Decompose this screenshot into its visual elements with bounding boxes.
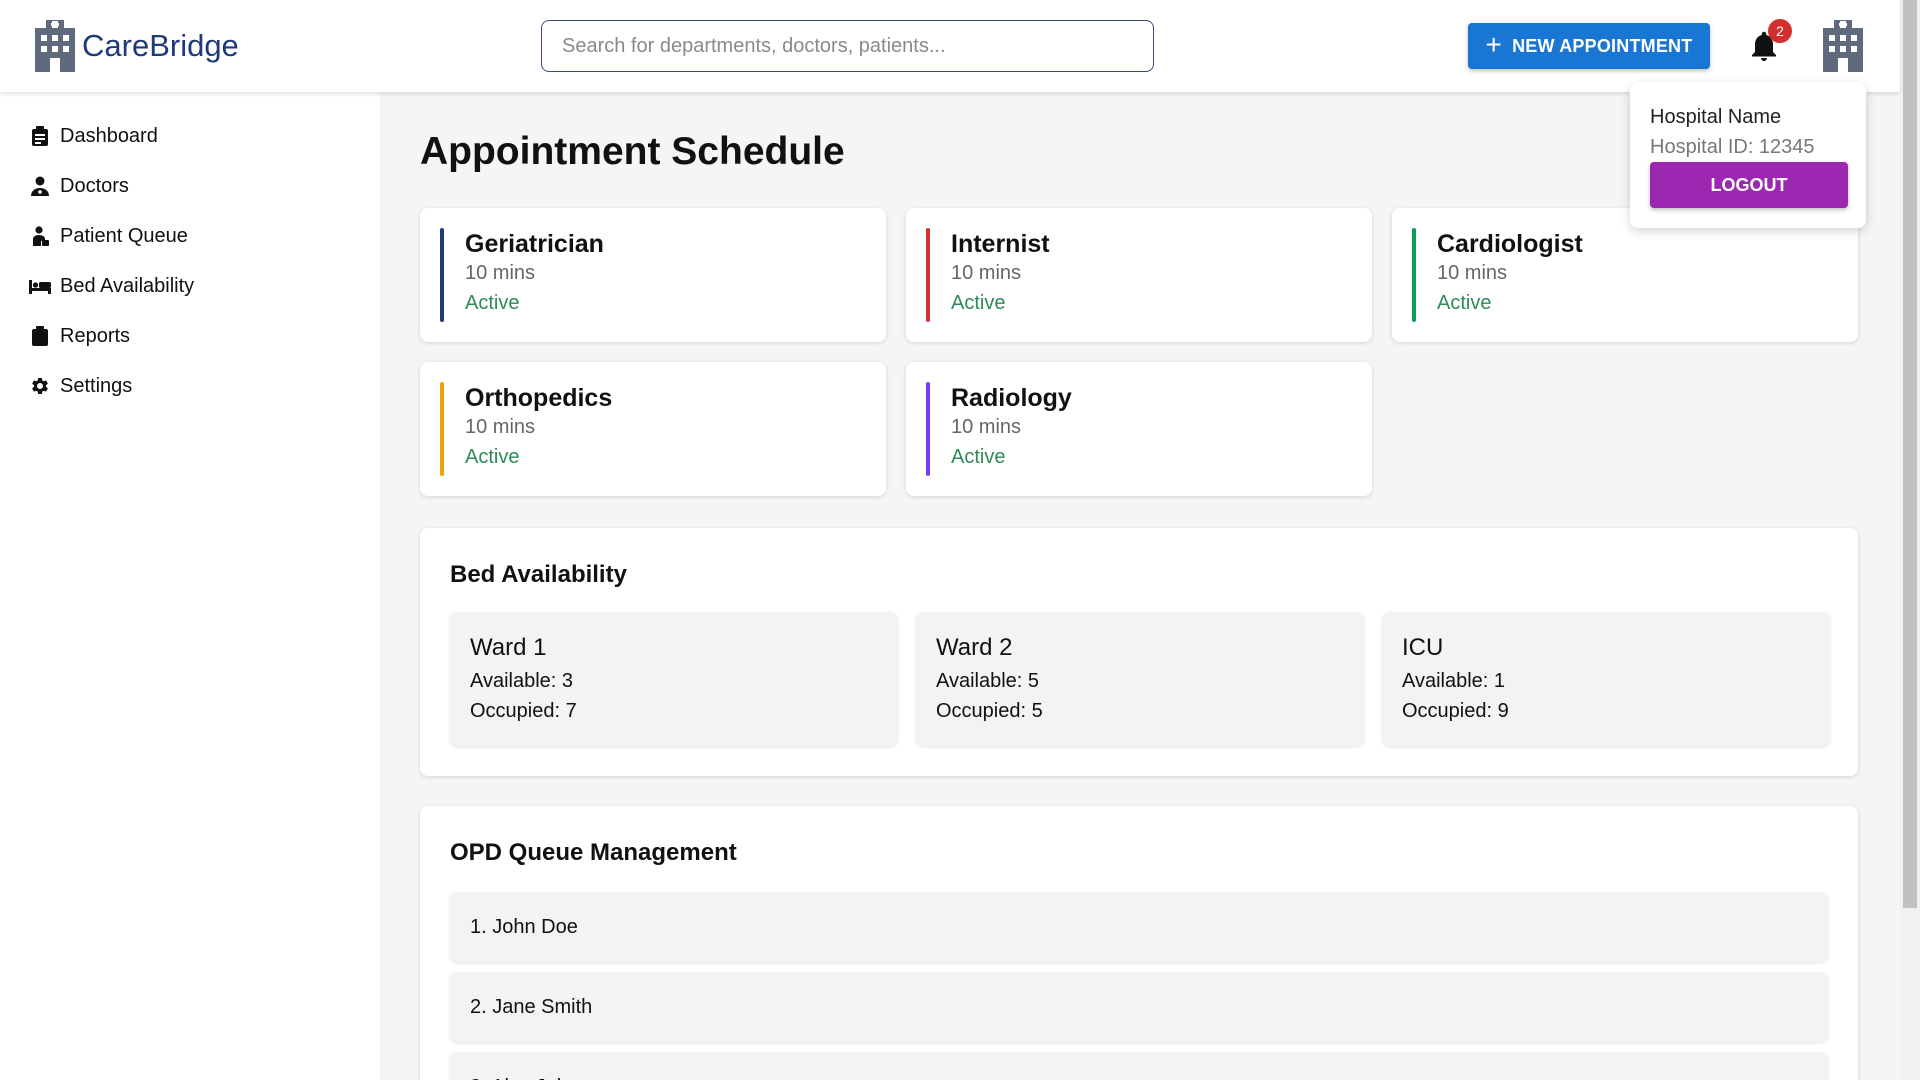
department-wait-time: 10 mins: [951, 416, 1022, 438]
ward-occupied: Occupied: 7: [470, 700, 577, 722]
account-hospital-icon[interactable]: [1820, 20, 1866, 72]
department-color-bar: [440, 228, 444, 322]
gear-icon: [28, 374, 52, 398]
queue-item[interactable]: 2. Jane Smith: [450, 972, 1828, 1042]
department-wait-time: 10 mins: [465, 262, 536, 284]
sidebar-item-label: Settings: [60, 374, 133, 397]
department-name: Internist: [951, 230, 1050, 258]
hospital-id: Hospital ID: 12345: [1650, 136, 1815, 158]
app-name: CareBridge: [82, 28, 239, 63]
new-appointment-button[interactable]: + NEW APPOINTMENT: [1468, 23, 1710, 69]
bed-availability-panel: Bed Availability Ward 1 Available: 3 Occ…: [420, 528, 1858, 776]
sidebar: Dashboard Doctors Patient Queue Bed Avai…: [0, 92, 380, 1080]
new-appointment-label: NEW APPOINTMENT: [1512, 35, 1693, 56]
department-status: Active: [951, 446, 1006, 468]
queue-item[interactable]: 3. Alex Johnson: [450, 1052, 1828, 1080]
ward-available: Available: 1: [1402, 670, 1506, 692]
department-status: Active: [951, 292, 1006, 314]
department-card-internist[interactable]: Internist 10 mins Active: [906, 208, 1372, 342]
department-color-bar: [1412, 228, 1416, 322]
doctor-icon: [28, 174, 52, 198]
department-name: Radiology: [951, 384, 1072, 412]
report-icon: [28, 324, 52, 348]
department-status: Active: [1437, 292, 1492, 314]
opd-queue-panel: OPD Queue Management 1. John Doe 2. Jane…: [420, 806, 1858, 1080]
department-status: Active: [465, 292, 520, 314]
department-color-bar: [440, 382, 444, 476]
bed-availability-title: Bed Availability: [450, 561, 627, 588]
top-app-bar: CareBridge + NEW APPOINTMENT 2: [0, 0, 1900, 92]
brand-logo[interactable]: CareBridge: [32, 20, 239, 72]
sidebar-item-label: Reports: [60, 324, 131, 347]
sidebar-item-label: Bed Availability: [60, 274, 195, 297]
department-wait-time: 10 mins: [951, 262, 1022, 284]
department-card-orthopedics[interactable]: Orthopedics 10 mins Active: [420, 362, 886, 496]
sidebar-item-patient-queue[interactable]: Patient Queue: [28, 216, 188, 256]
opd-queue-title: OPD Queue Management: [450, 839, 737, 866]
department-name: Geriatrician: [465, 230, 604, 258]
ward-name: Ward 1: [470, 634, 547, 661]
sidebar-item-label: Dashboard: [60, 124, 158, 147]
department-card-cardiologist[interactable]: Cardiologist 10 mins Active: [1392, 208, 1858, 342]
department-wait-time: 10 mins: [465, 416, 536, 438]
ward-name: ICU: [1402, 634, 1444, 661]
ward-available: Available: 5: [936, 670, 1040, 692]
ward-card: Ward 2 Available: 5 Occupied: 5: [916, 612, 1364, 746]
department-name: Orthopedics: [465, 384, 613, 412]
queue-item[interactable]: 1. John Doe: [450, 892, 1828, 962]
scrollbar-thumb[interactable]: [1903, 0, 1917, 908]
sidebar-item-bed-availability[interactable]: Bed Availability: [28, 266, 194, 306]
sidebar-item-label: Patient Queue: [60, 224, 188, 247]
sidebar-item-label: Doctors: [60, 174, 129, 197]
notification-badge: 2: [1768, 19, 1792, 43]
ward-card: ICU Available: 1 Occupied: 9: [1382, 612, 1830, 746]
bed-icon: [28, 274, 52, 298]
plus-icon: +: [1485, 29, 1503, 60]
department-name: Cardiologist: [1437, 230, 1583, 258]
account-menu: Hospital Name Hospital ID: 12345 LOGOUT: [1630, 82, 1866, 228]
ward-available: Available: 3: [470, 670, 574, 692]
logout-button[interactable]: LOGOUT: [1650, 162, 1848, 208]
ward-name: Ward 2: [936, 634, 1013, 661]
page-title: Appointment Schedule: [420, 130, 845, 173]
sidebar-item-settings[interactable]: Settings: [28, 366, 132, 406]
sidebar-item-reports[interactable]: Reports: [28, 316, 130, 356]
page-scrollbar[interactable]: [1900, 0, 1920, 1080]
department-card-geriatrician[interactable]: Geriatrician 10 mins Active: [420, 208, 886, 342]
department-color-bar: [926, 228, 930, 322]
hospital-name: Hospital Name: [1650, 106, 1782, 128]
ward-occupied: Occupied: 9: [1402, 700, 1509, 722]
clipboard-icon: [28, 124, 52, 148]
hospital-icon: [35, 20, 75, 72]
patient-queue-icon: [28, 224, 52, 248]
ward-occupied: Occupied: 5: [936, 700, 1043, 722]
department-card-radiology[interactable]: Radiology 10 mins Active: [906, 362, 1372, 496]
ward-card: Ward 1 Available: 3 Occupied: 7: [450, 612, 898, 746]
sidebar-item-dashboard[interactable]: Dashboard: [28, 116, 158, 156]
department-status: Active: [465, 446, 520, 468]
department-wait-time: 10 mins: [1437, 262, 1508, 284]
search-input[interactable]: [541, 20, 1154, 72]
sidebar-item-doctors[interactable]: Doctors: [28, 166, 129, 206]
department-color-bar: [926, 382, 930, 476]
